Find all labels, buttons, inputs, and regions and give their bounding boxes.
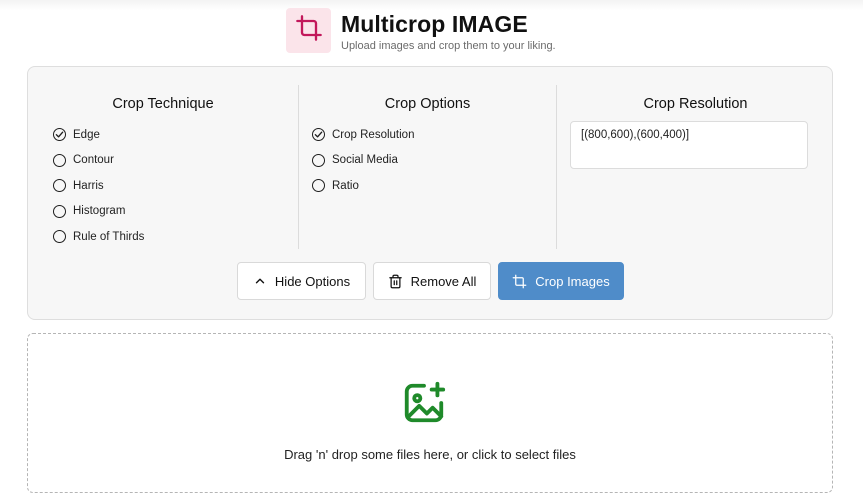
technique-list: Edge Contour Harris Histogram Rule of Thirds (53, 122, 144, 250)
radio-option-label: Edge (73, 128, 100, 141)
radio-checked-icon[interactable] (53, 128, 66, 142)
radio-unchecked-icon[interactable] (312, 179, 325, 193)
radio-option[interactable]: Crop Resolution (312, 122, 414, 148)
radio-option[interactable]: Edge (53, 122, 144, 148)
radio-unchecked-icon[interactable] (312, 153, 325, 167)
crop-resolution-section: Crop Resolution [(800,600),(600,400)] (556, 85, 834, 249)
crop-images-label: Crop Images (535, 273, 610, 289)
logo (286, 8, 331, 53)
crop-icon (512, 274, 527, 289)
dropzone-text: Drag 'n' drop some files here, or click … (284, 447, 576, 462)
options-list: Crop Resolution Social Media Ratio (312, 122, 414, 199)
hide-options-button[interactable]: Hide Options (237, 262, 366, 300)
radio-option[interactable]: Contour (53, 148, 144, 174)
radio-option-label: Harris (73, 179, 104, 192)
radio-unchecked-icon[interactable] (53, 204, 66, 218)
app-header: Multicrop IMAGE Upload images and crop t… (286, 8, 556, 53)
radio-unchecked-icon[interactable] (53, 230, 66, 244)
section-title: Crop Resolution (643, 96, 748, 112)
hide-options-label: Hide Options (274, 273, 351, 289)
radio-option[interactable]: Ratio (312, 173, 414, 199)
crop-technique-section: Crop Technique Edge Contour Harris Histogra… (28, 85, 298, 249)
page-title: Multicrop IMAGE (341, 10, 528, 37)
crop-images-button[interactable]: Crop Images (498, 262, 624, 300)
file-dropzone[interactable]: Drag 'n' drop some files here, or click … (27, 333, 833, 493)
resolution-input[interactable]: [(800,600),(600,400)] (570, 121, 808, 169)
action-buttons: Hide Options Remove All Crop Images (237, 262, 624, 300)
section-title: Crop Options (384, 96, 471, 112)
remove-all-label: Remove All (410, 273, 477, 289)
radio-option-label: Crop Resolution (332, 128, 415, 141)
radio-unchecked-icon[interactable] (53, 153, 66, 167)
radio-option[interactable]: Histogram (53, 199, 144, 225)
radio-unchecked-icon[interactable] (53, 179, 66, 193)
radio-checked-icon[interactable] (312, 128, 325, 142)
radio-option-label: Ratio (332, 179, 359, 192)
image-add-icon (401, 380, 447, 431)
trash-icon (388, 274, 403, 289)
page-subtitle: Upload images and crop them to your liki… (341, 39, 556, 52)
radio-option-label: Histogram (73, 205, 126, 218)
crop-options-section: Crop Options Crop Resolution Social Media… (298, 85, 556, 249)
radio-option-label: Rule of Thirds (73, 230, 145, 243)
section-title: Crop Technique (112, 96, 214, 112)
radio-option[interactable]: Social Media (312, 148, 414, 174)
radio-option[interactable]: Harris (53, 173, 144, 199)
radio-option[interactable]: Rule of Thirds (53, 224, 144, 250)
radio-option-label: Contour (73, 154, 114, 167)
chevron-up-icon (253, 274, 267, 288)
options-panel: Crop Technique Edge Contour Harris Histogra… (27, 66, 833, 320)
radio-option-label: Social Media (332, 154, 398, 167)
remove-all-button[interactable]: Remove All (373, 262, 491, 300)
crop-icon (295, 14, 323, 47)
